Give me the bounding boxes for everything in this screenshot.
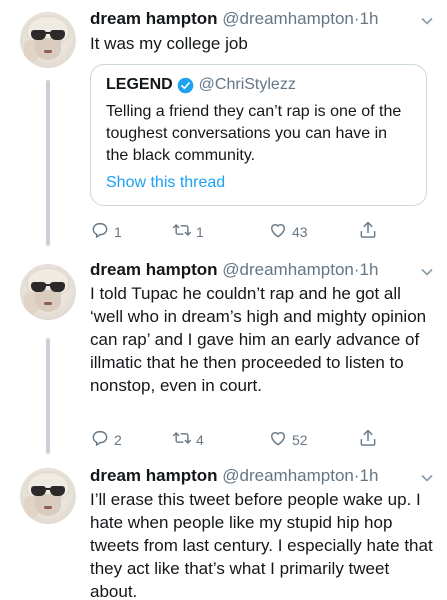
like-count: 52 <box>292 431 308 448</box>
reply-icon <box>90 220 114 243</box>
avatar[interactable] <box>20 12 76 68</box>
caret-down-icon[interactable] <box>421 265 433 277</box>
quoted-tweet-text: Telling a friend they can’t rap is one o… <box>106 103 402 164</box>
tweet-text: It was my college job <box>90 34 248 53</box>
author-handle[interactable]: @dreamhampton <box>222 260 354 279</box>
caret-down-icon[interactable] <box>421 471 433 483</box>
like-icon <box>268 428 292 451</box>
reply-button[interactable]: 1 <box>90 220 122 243</box>
verified-badge-icon <box>177 77 194 94</box>
tweet[interactable]: dream hampton @dreamhampton·1h It was my… <box>0 0 447 252</box>
tweet[interactable]: dream hampton @dreamhampton·1h I told Tu… <box>0 252 447 460</box>
author-handle[interactable]: @dreamhampton <box>222 466 354 485</box>
retweet-button[interactable]: 4 <box>172 428 204 451</box>
like-count: 43 <box>292 223 308 240</box>
reply-count: 1 <box>114 223 122 240</box>
like-button[interactable]: 43 <box>268 220 308 243</box>
retweet-count: 4 <box>196 431 204 448</box>
author-name[interactable]: dream hampton <box>90 260 218 279</box>
share-button[interactable] <box>358 220 382 243</box>
author-name[interactable]: dream hampton <box>90 9 218 28</box>
quoted-author-handle: @ChriStylezz <box>198 76 296 93</box>
share-button[interactable] <box>358 428 382 451</box>
retweet-icon <box>172 220 196 243</box>
avatar[interactable] <box>20 264 76 320</box>
tweet-header: dream hampton @dreamhampton·1h <box>90 260 378 280</box>
author-handle[interactable]: @dreamhampton <box>222 9 354 28</box>
like-button[interactable]: 52 <box>268 428 308 451</box>
quoted-tweet[interactable]: LEGEND @ChriStylezz Telling a friend the… <box>90 64 427 206</box>
like-icon <box>268 220 292 243</box>
caret-down-icon[interactable] <box>421 14 433 26</box>
timestamp[interactable]: 1h <box>360 260 379 279</box>
show-thread-link[interactable]: Show this thread <box>106 173 411 193</box>
avatar[interactable] <box>20 468 76 524</box>
tweet-text: I’ll erase this tweet before people wake… <box>90 490 433 600</box>
tweet-actions: 1 1 43 <box>90 220 390 242</box>
retweet-button[interactable]: 1 <box>172 220 204 243</box>
timestamp[interactable]: 1h <box>360 466 379 485</box>
tweet-actions: 2 4 52 <box>90 428 390 450</box>
tweet-header: dream hampton @dreamhampton·1h <box>90 466 378 486</box>
share-icon <box>358 428 382 451</box>
retweet-count: 1 <box>196 223 204 240</box>
quoted-author-name: LEGEND <box>106 76 173 93</box>
author-name[interactable]: dream hampton <box>90 466 218 485</box>
tweet[interactable]: dream hampton @dreamhampton·1h I’ll eras… <box>0 460 447 600</box>
timestamp[interactable]: 1h <box>360 9 379 28</box>
tweet-text: I told Tupac he couldn’t rap and he got … <box>90 284 427 395</box>
share-icon <box>358 220 382 243</box>
reply-count: 2 <box>114 431 122 448</box>
reply-button[interactable]: 2 <box>90 428 122 451</box>
retweet-icon <box>172 428 196 451</box>
tweet-header: dream hampton @dreamhampton·1h <box>90 9 378 29</box>
reply-icon <box>90 428 114 451</box>
